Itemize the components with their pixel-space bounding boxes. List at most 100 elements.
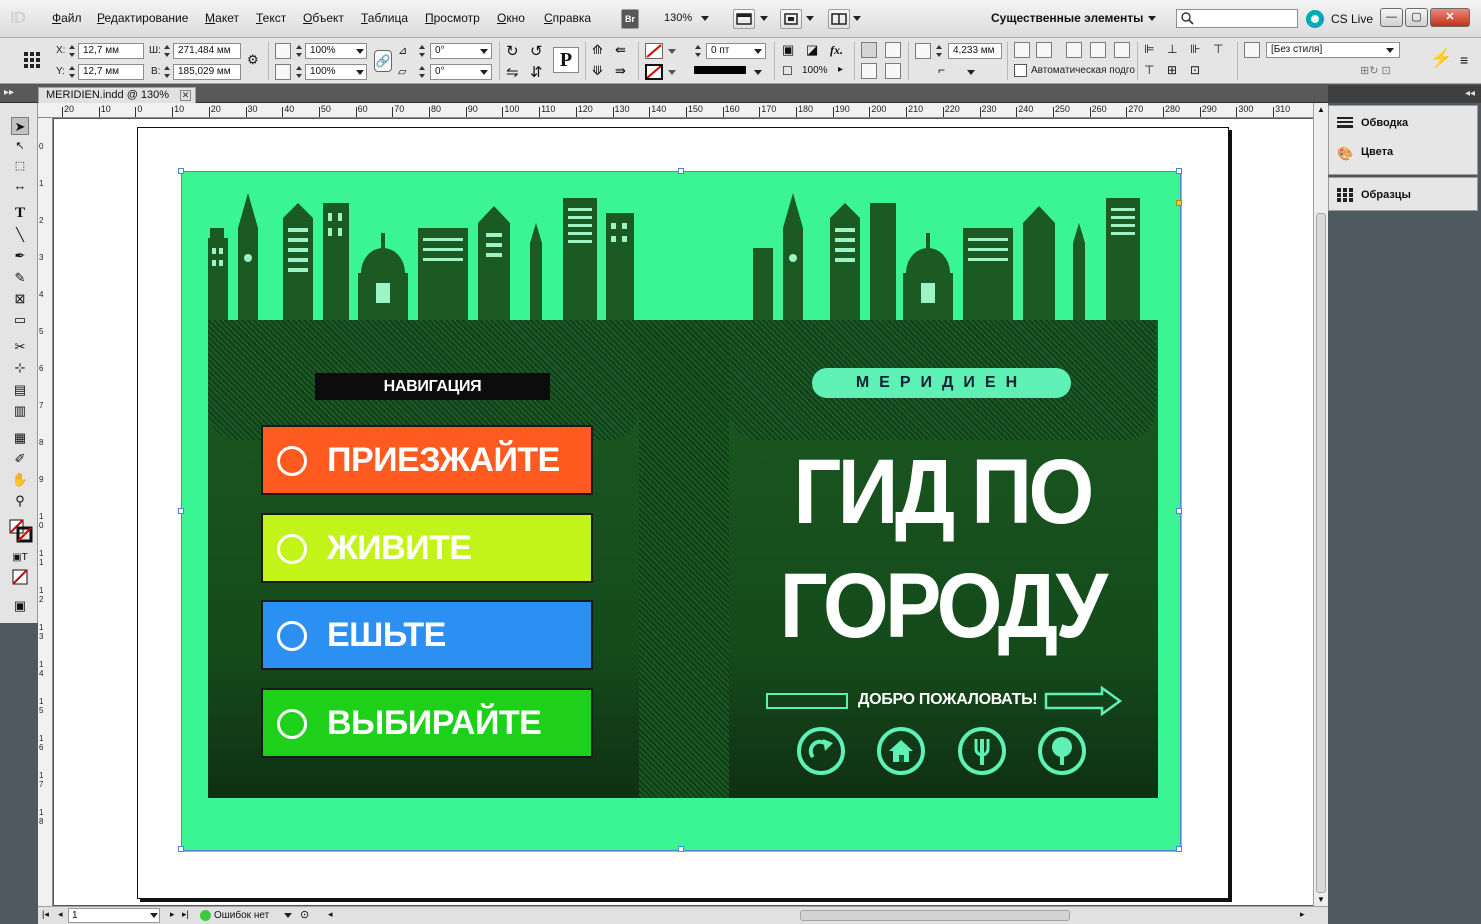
hand-tool-icon[interactable]: ✋ <box>11 471 29 489</box>
constrain-scale-icon[interactable]: 🔗 <box>374 50 392 72</box>
stroke-none-icon[interactable] <box>645 64 663 80</box>
select-content-icon[interactable]: ⟱ <box>592 63 603 79</box>
artwork-background[interactable]: НАВИГАЦИЯ ПРИЕЗЖАЙТЕ ЖИВИТЕ ЕШЬТЕ ВЫБИРА… <box>182 172 1182 852</box>
type-tool-icon[interactable]: T <box>11 205 29 223</box>
bridge-button[interactable]: Br <box>621 9 639 29</box>
house-icon[interactable] <box>877 727 925 775</box>
rectangle-tool-icon[interactable]: ▭ <box>11 311 29 329</box>
select-container-icon[interactable]: ⟰ <box>592 42 603 58</box>
first-page-icon[interactable]: |◂ <box>42 909 49 920</box>
zoom-tool-icon[interactable]: ⚲ <box>11 492 29 510</box>
gradient-feather-tool-icon[interactable]: ▥ <box>11 402 29 420</box>
collapse-panels-icon[interactable]: ◂◂ <box>1465 88 1475 99</box>
cs-live-label[interactable]: CS Live <box>1331 12 1373 26</box>
preflight-status[interactable]: Ошибок нет <box>214 910 269 921</box>
pencil-tool-icon[interactable]: ✎ <box>11 269 29 287</box>
align-left-icon[interactable]: ⊫ <box>1144 42 1154 56</box>
rotate-stepper[interactable] <box>418 43 426 59</box>
width-stepper[interactable] <box>163 43 171 59</box>
menu-object[interactable]: Объект <box>303 11 344 25</box>
scroll-left-icon[interactable]: ◂ <box>328 909 333 920</box>
constrain-proportions-icon[interactable]: ⚙ <box>247 52 263 70</box>
reference-point-icon[interactable] <box>22 50 42 70</box>
close-icon[interactable]: ✕ <box>180 90 191 101</box>
distribute-middle-icon[interactable]: ⊞ <box>1167 63 1177 77</box>
opacity-field[interactable]: 100% <box>802 65 828 76</box>
shadow-icon[interactable]: ◪ <box>806 42 818 58</box>
offset-stepper[interactable] <box>935 43 943 59</box>
search-input[interactable] <box>1176 9 1298 28</box>
align-center-icon[interactable]: ⊥ <box>1167 42 1177 56</box>
document-tab[interactable]: MERIDIEN.indd @ 130% ✕ <box>38 87 196 103</box>
scroll-down-icon[interactable]: ▼ <box>1317 895 1325 904</box>
nav-button-arrive[interactable]: ПРИЕЗЖАЙТЕ <box>261 425 593 495</box>
arrange-documents-button[interactable] <box>828 9 850 29</box>
flip-vertical-icon[interactable]: ⇵ <box>530 63 543 81</box>
previous-page-icon[interactable]: ◂ <box>58 909 63 920</box>
chevron-down-icon[interactable] <box>967 70 975 75</box>
minimize-button[interactable]: — <box>1380 8 1403 27</box>
close-window-button[interactable]: ✕ <box>1430 8 1470 27</box>
width-field[interactable]: 271,484 мм <box>173 43 241 59</box>
text-wrap-box-icon[interactable] <box>885 42 901 58</box>
chevron-down-icon[interactable] <box>480 49 488 54</box>
lightning-icon[interactable]: ⚡ <box>1430 48 1452 69</box>
fit-content-icon[interactable] <box>1014 42 1030 58</box>
height-field[interactable]: 185,029 мм <box>173 64 241 80</box>
chevron-down-icon[interactable] <box>701 16 709 21</box>
align-right-icon[interactable]: ⊪ <box>1190 42 1200 56</box>
height-stepper[interactable] <box>163 64 171 80</box>
view-options-button[interactable] <box>733 9 755 29</box>
chevron-down-icon[interactable] <box>668 70 676 75</box>
apply-none-icon[interactable] <box>11 569 29 587</box>
horizontal-scroll-thumb[interactable] <box>800 910 1070 921</box>
chevron-down-icon[interactable] <box>754 49 762 54</box>
page-number-field[interactable]: 1 <box>68 908 160 923</box>
fit-frame-icon[interactable] <box>1036 42 1052 58</box>
chevron-down-icon[interactable] <box>668 49 676 54</box>
select-previous-icon[interactable]: ⇚ <box>615 42 626 58</box>
rotate-cw-icon[interactable]: ↻ <box>506 42 519 60</box>
chevron-down-icon[interactable] <box>356 49 364 54</box>
y-stepper[interactable] <box>68 64 76 80</box>
distribute-bottom-icon[interactable]: ⊡ <box>1190 63 1200 77</box>
select-next-icon[interactable]: ⇛ <box>615 63 626 79</box>
scroll-up-icon[interactable]: ▲ <box>1317 105 1325 114</box>
open-page-icon[interactable]: ⊙ <box>300 908 309 921</box>
nav-button-live[interactable]: ЖИВИТЕ <box>261 513 593 583</box>
corner-shape-icon[interactable]: ⌐ <box>938 63 945 77</box>
y-field[interactable]: 12,7 мм <box>78 64 144 80</box>
nav-button-eat[interactable]: ЕШЬТЕ <box>261 600 593 670</box>
chevron-down-icon[interactable] <box>1386 48 1394 53</box>
chevron-down-icon[interactable] <box>284 913 292 918</box>
arrow-circle-icon[interactable] <box>797 727 845 775</box>
screen-mode-button[interactable] <box>780 9 802 29</box>
page-tool-icon[interactable]: ⬚ <box>11 157 29 175</box>
fill-stroke-swatches[interactable] <box>9 519 33 543</box>
menu-edit[interactable]: Редактирование <box>97 11 188 25</box>
last-page-icon[interactable]: ▸| <box>182 909 189 920</box>
clear-overrides-icon[interactable]: ⊞↻ ⊡ <box>1360 64 1391 77</box>
menu-table[interactable]: Таблица <box>361 11 408 25</box>
panel-color[interactable]: Цвета <box>1361 146 1393 158</box>
stroke-type-swatch[interactable] <box>694 66 746 74</box>
flip-horizontal-icon[interactable]: ⇋ <box>506 63 519 81</box>
formatting-container-icon[interactable]: ▣T <box>11 549 29 567</box>
vertical-scroll-thumb[interactable] <box>1316 213 1326 893</box>
panel-menu-icon[interactable]: ≡ <box>1460 52 1468 68</box>
menu-help[interactable]: Справка <box>544 11 591 25</box>
note-tool-icon[interactable]: ▦ <box>11 429 29 447</box>
align-top-icon[interactable]: ⊤ <box>1213 42 1223 56</box>
chevron-down-icon[interactable] <box>806 16 814 21</box>
scissors-tool-icon[interactable]: ✂ <box>11 338 29 356</box>
free-transform-tool-icon[interactable]: ⊹ <box>11 359 29 377</box>
text-wrap-none-icon[interactable] <box>861 42 877 58</box>
panel-swatches[interactable]: Образцы <box>1361 189 1411 201</box>
text-wrap-jump-icon[interactable] <box>885 63 901 79</box>
text-wrap-shape-icon[interactable] <box>861 63 877 79</box>
rotate-ccw-icon[interactable]: ↺ <box>530 42 543 60</box>
scale-x-stepper[interactable] <box>295 43 303 59</box>
chevron-down-icon[interactable] <box>760 16 768 21</box>
offset-field[interactable]: 4,233 мм <box>948 43 1002 59</box>
menu-layout[interactable]: Макет <box>205 11 239 25</box>
